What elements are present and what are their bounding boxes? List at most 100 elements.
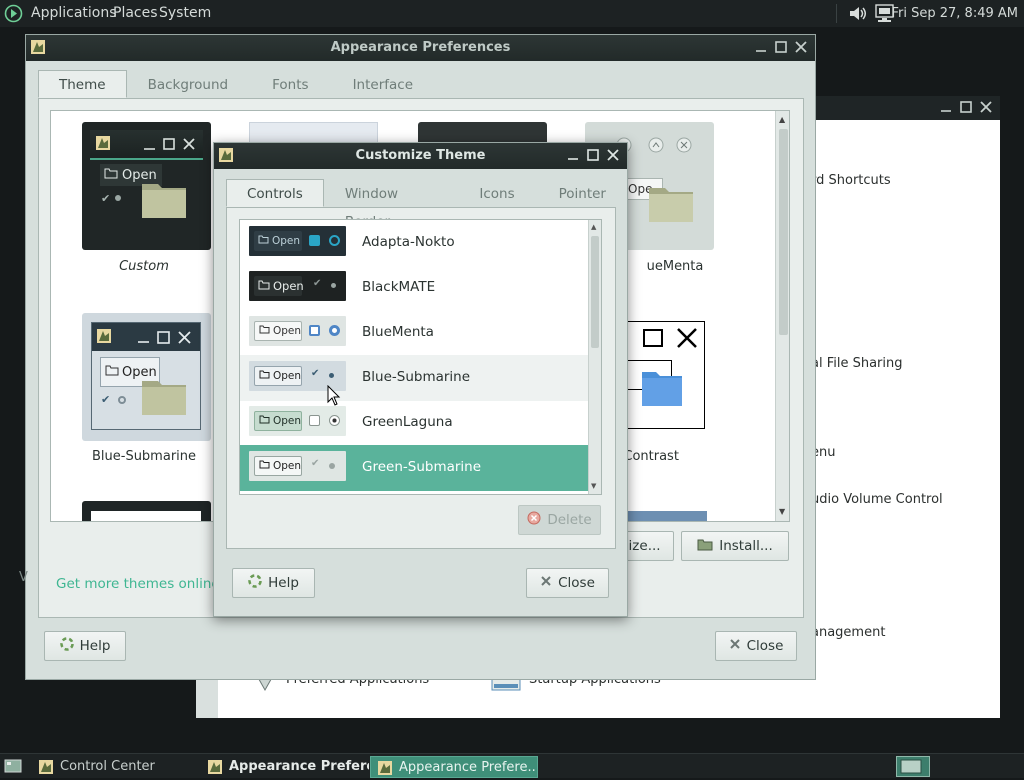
delete-button-label: Delete bbox=[547, 512, 592, 528]
show-desktop-icon[interactable] bbox=[4, 758, 22, 774]
theme-list-scrollbar[interactable]: ▲ ▼ bbox=[588, 220, 601, 494]
control-center-icon bbox=[38, 759, 54, 775]
list-item[interactable]: Open Adapta-Nokto bbox=[240, 220, 588, 266]
taskbar-label: Appearance Prefere... bbox=[229, 759, 369, 774]
minimize-icon[interactable] bbox=[565, 147, 581, 163]
delete-button: Delete bbox=[518, 505, 601, 535]
theme-name: BlackMATE bbox=[362, 279, 436, 295]
menu-system[interactable]: System bbox=[159, 5, 211, 21]
radio-icon bbox=[329, 415, 340, 426]
theme-thumb-5[interactable] bbox=[82, 501, 211, 521]
scroll-up-icon[interactable]: ▲ bbox=[591, 223, 596, 231]
taskbar-item-control-center[interactable]: Control Center bbox=[32, 756, 200, 778]
volume-icon[interactable] bbox=[848, 4, 868, 23]
help-icon bbox=[248, 574, 262, 592]
help-button-label: Help bbox=[79, 638, 111, 654]
scroll-down-icon[interactable]: ▼ bbox=[779, 507, 785, 516]
theme-label-high-contrast: h Contrast bbox=[611, 449, 679, 464]
clock[interactable]: Fri Sep 27, 8:49 AM bbox=[892, 6, 1019, 21]
theme-thumb-blue-submarine[interactable]: Open ✔ bbox=[82, 313, 211, 441]
taskbar-label: Appearance Prefere... bbox=[399, 760, 538, 775]
scroll-thumb[interactable] bbox=[591, 236, 599, 348]
delete-icon bbox=[527, 511, 541, 529]
appearance-titlebar: Appearance Preferences bbox=[26, 35, 815, 61]
folder-open-icon bbox=[258, 279, 270, 293]
folder-open-icon bbox=[259, 460, 270, 472]
tab-pointer[interactable]: Pointer bbox=[538, 179, 627, 207]
install-button[interactable]: Install... bbox=[681, 531, 789, 561]
list-item[interactable]: Open BlueMenta bbox=[240, 310, 588, 356]
preview-open-label: Open bbox=[273, 415, 302, 427]
preview-open-label: Open bbox=[273, 279, 304, 293]
preview-open-button: Open bbox=[254, 411, 302, 431]
window-title: Appearance Preferences bbox=[330, 40, 511, 55]
close-button-label: Close bbox=[746, 638, 784, 654]
theme-name: GreenLaguna bbox=[362, 414, 453, 430]
minimize-icon[interactable] bbox=[753, 39, 769, 55]
maximize-icon[interactable] bbox=[585, 147, 601, 163]
menu-places[interactable]: Places bbox=[113, 5, 158, 21]
tab-theme[interactable]: Theme bbox=[38, 70, 127, 98]
preview-open-button: Open bbox=[254, 456, 302, 476]
folder-open-icon bbox=[105, 364, 119, 380]
scroll-thumb[interactable] bbox=[779, 129, 788, 335]
taskbar-item-appearance-2[interactable]: Appearance Prefere... bbox=[370, 756, 538, 778]
maximize-icon[interactable] bbox=[773, 39, 789, 55]
tab-window-border[interactable]: Window Border bbox=[324, 179, 457, 230]
check-icon bbox=[309, 235, 320, 246]
close-icon[interactable] bbox=[978, 99, 994, 115]
theme-preview: Open bbox=[249, 316, 346, 346]
cc-item-audio-volume-control[interactable]: udio Volume Control bbox=[811, 492, 943, 507]
cc-item-personal-file-sharing[interactable]: al File Sharing bbox=[811, 356, 903, 371]
controls-theme-list[interactable]: Open Adapta-Nokto Open ✔ BlackMATE Open bbox=[239, 219, 602, 495]
get-more-themes-link[interactable]: Get more themes online bbox=[56, 576, 220, 592]
close-button[interactable]: Close bbox=[715, 631, 797, 661]
thumb-check-icon: ✔ bbox=[101, 393, 111, 406]
thumb-radio-icon bbox=[115, 195, 121, 201]
thumb-app-icon bbox=[96, 328, 112, 344]
thumb-window bbox=[91, 511, 201, 521]
theme-thumb-custom[interactable]: Open ✔ bbox=[82, 122, 211, 250]
tab-background[interactable]: Background bbox=[127, 70, 250, 98]
taskbar-item-appearance-1[interactable]: Appearance Prefere... bbox=[201, 756, 369, 778]
list-item[interactable]: Open GreenLaguna bbox=[240, 400, 588, 446]
left-edge-text: V bbox=[19, 570, 28, 585]
preview-open-button: Open bbox=[254, 366, 302, 386]
mate-logo-icon[interactable] bbox=[4, 4, 23, 23]
folder-icon bbox=[647, 182, 695, 224]
workspace-switcher-icon[interactable] bbox=[896, 756, 930, 777]
scroll-up-icon[interactable]: ▲ bbox=[779, 115, 785, 124]
theme-thumb-6[interactable] bbox=[623, 511, 707, 521]
preview-open-label: Open bbox=[273, 370, 302, 382]
minimize-icon[interactable] bbox=[938, 99, 954, 115]
list-item[interactable]: Open ✔ Blue-Submarine bbox=[240, 355, 588, 401]
cc-item-keyboard-shortcuts[interactable]: rd Shortcuts bbox=[811, 173, 891, 188]
radio-icon bbox=[329, 373, 334, 378]
preview-open-label: Open bbox=[273, 325, 302, 337]
close-icon[interactable] bbox=[793, 39, 809, 55]
preview-open-button: Open bbox=[254, 231, 302, 251]
theme-name: Adapta-Nokto bbox=[362, 234, 455, 250]
tab-controls[interactable]: Controls bbox=[226, 179, 324, 207]
scroll-down-icon[interactable]: ▼ bbox=[591, 482, 596, 490]
close-icon[interactable] bbox=[605, 147, 621, 163]
list-item-selected[interactable]: Open ✔ Green-Submarine bbox=[240, 445, 588, 491]
radio-icon bbox=[329, 463, 335, 469]
thumb-app-icon bbox=[95, 135, 111, 151]
radio-icon bbox=[329, 235, 340, 246]
close-x-icon bbox=[540, 575, 552, 591]
tab-interface[interactable]: Interface bbox=[332, 70, 434, 98]
theme-grid-scrollbar[interactable]: ▲ ▼ bbox=[775, 111, 789, 521]
menu-applications[interactable]: Applications bbox=[31, 5, 117, 21]
dialog-close-button[interactable]: Close bbox=[526, 568, 609, 598]
preview-open-button: Open bbox=[254, 321, 302, 341]
cc-item-power-management[interactable]: anagement bbox=[811, 625, 885, 640]
tab-icons[interactable]: Icons bbox=[456, 179, 537, 207]
theme-preview: Open ✔ bbox=[249, 451, 346, 481]
help-button[interactable]: Help bbox=[44, 631, 126, 661]
dialog-help-button[interactable]: Help bbox=[232, 568, 315, 598]
tab-fonts[interactable]: Fonts bbox=[249, 70, 331, 98]
list-item[interactable]: Open ✔ BlackMATE bbox=[240, 265, 588, 311]
mouse-pointer-icon bbox=[327, 384, 341, 407]
maximize-icon[interactable] bbox=[958, 99, 974, 115]
